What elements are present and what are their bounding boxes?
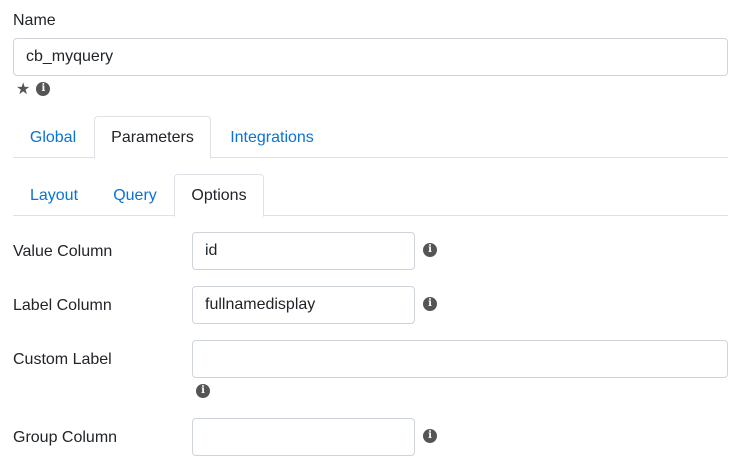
info-icon[interactable]: i [36, 82, 51, 96]
custom-label-input[interactable] [192, 340, 728, 378]
tab-options[interactable]: Options [174, 174, 264, 217]
group-column-input[interactable] [192, 418, 415, 456]
label-column-info-icon[interactable]: i [423, 297, 437, 311]
custom-label-info-icon[interactable]: i [196, 384, 210, 398]
tab-integrations[interactable]: Integrations [212, 116, 332, 158]
name-label: Name [13, 12, 56, 29]
value-column-info-icon[interactable]: i [423, 243, 437, 257]
label-column-input[interactable] [192, 286, 415, 324]
tab-global[interactable]: Global [13, 116, 93, 158]
group-column-info-icon[interactable]: i [423, 429, 437, 443]
value-column-label: Value Column [13, 243, 113, 260]
secondary-tabs: Layout Query Options [13, 174, 728, 217]
form-page: Name ★ i Global Parameters Integrations … [0, 0, 734, 476]
tab-parameters[interactable]: Parameters [94, 116, 211, 159]
name-input[interactable] [13, 38, 728, 76]
group-column-label: Group Column [13, 429, 118, 446]
custom-label-label: Custom Label [13, 351, 112, 368]
label-column-label: Label Column [13, 297, 112, 314]
value-column-input[interactable] [192, 232, 415, 270]
name-icons: ★ i [16, 81, 51, 97]
star-icon[interactable]: ★ [16, 81, 30, 97]
tab-query[interactable]: Query [96, 174, 174, 216]
primary-tabs: Global Parameters Integrations [13, 116, 728, 159]
tab-layout[interactable]: Layout [13, 174, 95, 216]
